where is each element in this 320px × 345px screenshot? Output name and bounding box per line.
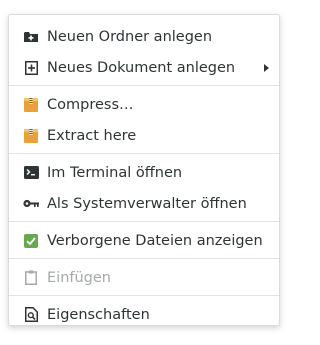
menu-separator [9, 221, 279, 222]
menu-item-label: Compress… [47, 96, 134, 113]
archive-icon [23, 97, 39, 113]
menu-item-label: Im Terminal öffnen [47, 164, 183, 181]
clipboard-icon [23, 270, 39, 286]
menu-item-label: Extract here [47, 127, 137, 144]
menu-item-paste: Einfügen [9, 262, 279, 293]
menu-separator [9, 153, 279, 154]
menu-item-label: Als Systemverwalter öffnen [47, 195, 247, 212]
menu-separator [9, 85, 279, 86]
menu-item-extract-here[interactable]: Extract here [9, 120, 279, 151]
menu-item-label: Einfügen [47, 269, 111, 286]
menu-item-new-folder[interactable]: Neuen Ordner anlegen [9, 21, 279, 52]
document-new-icon [23, 60, 39, 76]
archive-extract-icon [23, 128, 39, 144]
menu-item-label: Verborgene Dateien anzeigen [47, 232, 263, 249]
folder-new-icon [23, 29, 39, 45]
menu-item-open-terminal[interactable]: Im Terminal öffnen [9, 157, 279, 188]
context-menu: Neuen Ordner anlegen Neues Dokument anle… [8, 14, 280, 326]
menu-separator [9, 295, 279, 296]
menu-item-label: Neues Dokument anlegen [47, 59, 236, 76]
menu-item-new-document[interactable]: Neues Dokument anlegen [9, 52, 279, 83]
document-properties-icon [23, 307, 39, 323]
checkbox-checked-icon [23, 233, 39, 249]
terminal-icon [23, 165, 39, 181]
menu-item-open-as-admin[interactable]: Als Systemverwalter öffnen [9, 188, 279, 219]
menu-item-properties[interactable]: Eigenschaften [9, 299, 279, 330]
menu-item-label: Eigenschaften [47, 306, 150, 323]
menu-separator [9, 258, 279, 259]
key-icon [23, 196, 39, 212]
submenu-arrow-icon [264, 63, 269, 72]
menu-item-show-hidden-files[interactable]: Verborgene Dateien anzeigen [9, 225, 279, 256]
menu-item-label: Neuen Ordner anlegen [47, 28, 213, 45]
menu-item-compress[interactable]: Compress… [9, 89, 279, 120]
